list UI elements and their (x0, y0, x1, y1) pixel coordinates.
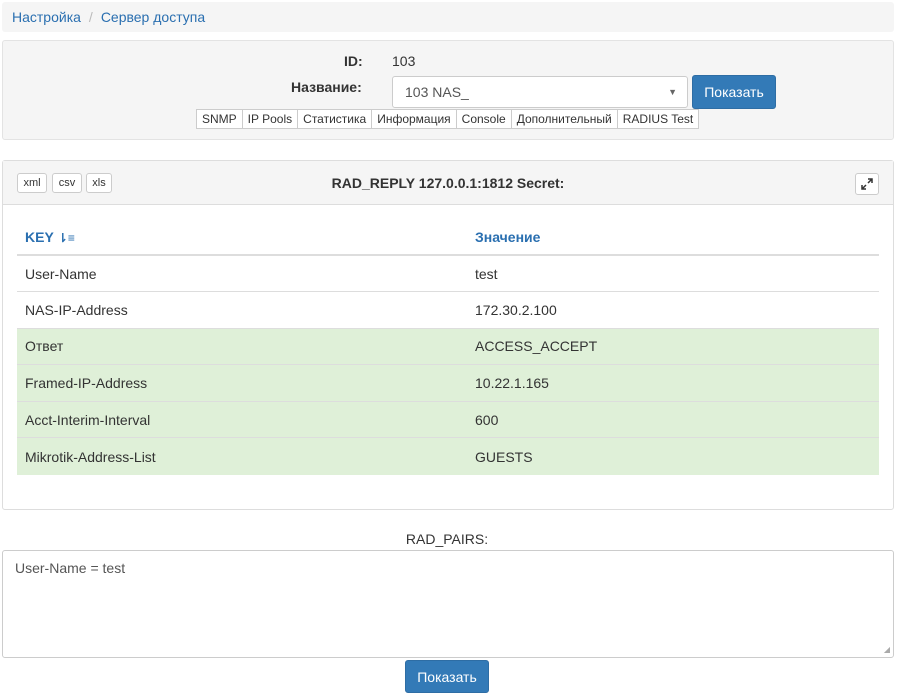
show-button[interactable]: Показать (692, 75, 776, 109)
tab-additional[interactable]: Дополнительный (511, 110, 618, 128)
row-key: Ответ (17, 327, 467, 365)
row-key: Framed-IP-Address (17, 364, 467, 402)
rad-pairs-textarea[interactable]: User-Name = test ◢ (2, 550, 894, 658)
tab-information[interactable]: Информация (372, 110, 457, 128)
tab-ip-pools[interactable]: IP Pools (242, 110, 299, 128)
id-value: 103 (392, 53, 416, 69)
breadcrumb-separator: / (88, 9, 93, 25)
row-value: 10.22.1.165 (467, 364, 879, 402)
table-row: Ответ ACCESS_ACCEPT (17, 327, 879, 365)
rad-pairs-value: User-Name = test (15, 560, 126, 576)
breadcrumb-access-server[interactable]: Сервер доступа (101, 9, 205, 25)
breadcrumb: Настройка / Сервер доступа (2, 2, 894, 32)
table-row: Acct-Interim-Interval 600 (17, 400, 879, 438)
column-value[interactable]: Значение (467, 219, 879, 256)
table-row: NAS-IP-Address 172.30.2.100 (17, 291, 879, 329)
row-value: 600 (467, 400, 879, 438)
tab-radius-test[interactable]: RADIUS Test (617, 110, 699, 128)
tab-snmp[interactable]: SNMP (197, 110, 243, 128)
row-value: 172.30.2.100 (467, 291, 879, 329)
rad-reply-panel: xml csv xls RAD_REPLY 127.0.0.1:1812 Sec… (2, 160, 894, 510)
rad-pairs-label: RAD_PAIRS: (405, 531, 489, 547)
row-key: Acct-Interim-Interval (17, 400, 467, 438)
tab-statistics[interactable]: Статистика (298, 110, 373, 128)
expand-button[interactable] (855, 173, 879, 195)
table-row: Mikrotik-Address-List GUESTS (17, 437, 879, 475)
tab-console[interactable]: Console (456, 110, 512, 128)
pairs-show-button[interactable]: Показать (405, 660, 489, 693)
row-key: User-Name (17, 254, 467, 292)
row-key: NAS-IP-Address (17, 291, 467, 329)
nas-name-selected: 103 NAS_ (405, 84, 469, 100)
id-label: ID: (344, 53, 363, 69)
table-row: User-Name test (17, 254, 879, 292)
nas-form-panel: ID: 103 Название: 103 NAS_ ▼ Показать SN… (2, 40, 894, 140)
rad-reply-header: xml csv xls RAD_REPLY 127.0.0.1:1812 Sec… (3, 161, 893, 205)
rad-reply-title: RAD_REPLY 127.0.0.1:1812 Secret: (331, 175, 565, 191)
row-value: GUESTS (467, 437, 879, 475)
row-key: Mikrotik-Address-List (17, 437, 467, 475)
sort-icon[interactable]: ⇂≡ (58, 231, 75, 245)
row-value: ACCESS_ACCEPT (467, 327, 879, 365)
expand-icon (861, 178, 873, 190)
caret-down-icon: ▼ (668, 87, 677, 97)
row-value: test (467, 254, 879, 292)
rad-reply-table: KEY ⇂≡ Значение User-Name test NAS-IP-Add… (17, 219, 879, 475)
breadcrumb-settings[interactable]: Настройка (12, 9, 81, 25)
table-row: Framed-IP-Address 10.22.1.165 (17, 364, 879, 402)
nas-name-select[interactable]: 103 NAS_ ▼ (392, 76, 688, 108)
column-key[interactable]: KEY ⇂≡ (17, 219, 467, 256)
nas-tabs: SNMP IP Pools Статистика Информация Cons… (196, 109, 700, 129)
resize-grip-icon[interactable]: ◢ (884, 645, 890, 654)
name-label: Название: (291, 79, 362, 95)
